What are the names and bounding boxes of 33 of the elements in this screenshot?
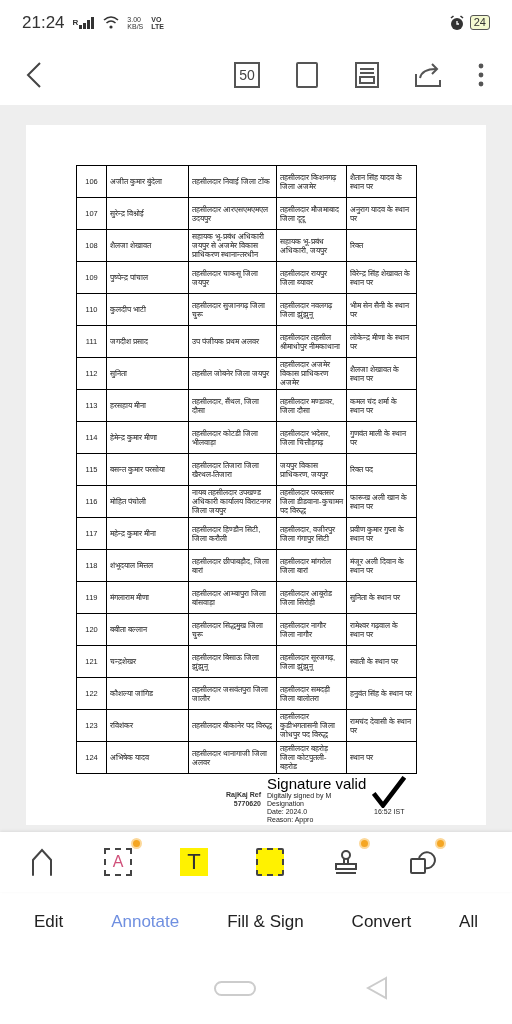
back-chevron-icon	[26, 61, 42, 89]
shapes-icon	[408, 848, 436, 876]
premium-badge-icon	[359, 838, 370, 849]
page-view-button[interactable]	[354, 62, 380, 88]
share-button[interactable]	[414, 62, 442, 88]
annotation-tool-button[interactable]: T	[170, 838, 218, 886]
mode-tab[interactable]: Convert	[347, 909, 416, 935]
text-box-icon: A	[104, 848, 132, 876]
more-vertical-icon	[478, 63, 484, 87]
page-layout-icon	[355, 62, 379, 88]
highlight-text-icon: T	[180, 848, 208, 876]
more-options-button[interactable]	[476, 62, 486, 88]
signal-icon	[79, 16, 96, 29]
signature-status: Signature valid	[267, 776, 367, 792]
checkmark-icon	[372, 776, 407, 808]
annotation-tool-button[interactable]: A	[94, 838, 142, 886]
pen-icon	[30, 848, 54, 876]
premium-badge-icon	[435, 838, 446, 849]
premium-badge-icon	[131, 838, 142, 849]
battery-indicator: 24	[469, 15, 490, 30]
share-icon	[414, 62, 442, 88]
wifi-icon	[103, 16, 120, 29]
fullscreen-button[interactable]	[294, 62, 320, 88]
area-highlight-icon	[256, 848, 284, 876]
alarm-icon	[448, 14, 465, 31]
roaming-indicator: R	[72, 16, 79, 29]
stamp-icon	[332, 848, 360, 876]
mode-tab[interactable]: Edit	[29, 909, 68, 935]
clock-time: 21:24	[22, 11, 65, 34]
page-zoom-button[interactable]: 50	[234, 62, 260, 88]
fullscreen-icon	[296, 62, 318, 88]
mode-tab[interactable]: Fill & Sign	[223, 909, 308, 935]
mode-tab[interactable]: All	[455, 909, 482, 935]
